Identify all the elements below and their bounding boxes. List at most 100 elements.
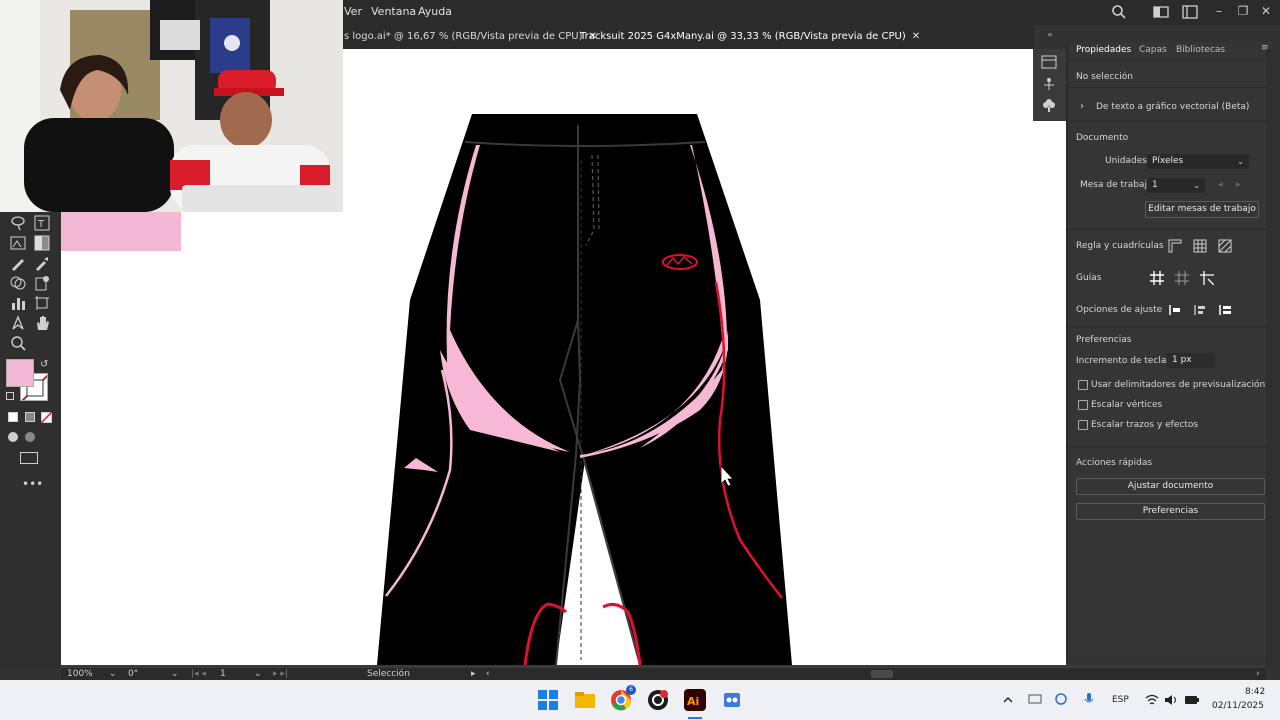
draw-normal-icon[interactable] <box>8 432 18 442</box>
search-icon[interactable] <box>1111 4 1127 20</box>
transparency-grid-icon[interactable] <box>1218 239 1232 253</box>
menu-item-ver[interactable]: Ver <box>344 5 362 18</box>
eyedropper-tool-icon[interactable] <box>33 254 51 272</box>
close-tab-icon[interactable]: ✕ <box>912 31 920 42</box>
scale-strokes-label: Escalar trazos y efectos <box>1091 420 1199 430</box>
chevron-down-icon[interactable]: ⌄ <box>254 668 262 680</box>
graph-tool-icon[interactable] <box>9 294 27 312</box>
units-dropdown[interactable]: Píxeles ⌄ <box>1147 154 1249 169</box>
chevron-down-icon[interactable]: ⌄ <box>171 668 179 680</box>
snap-to-pixel-icon[interactable] <box>1218 303 1232 317</box>
color-mode-icon[interactable] <box>8 412 18 422</box>
app-icon[interactable] <box>646 688 670 712</box>
wifi-icon[interactable] <box>1145 693 1159 707</box>
shape-builder-icon[interactable] <box>9 274 27 292</box>
sync-icon[interactable] <box>1054 692 1068 706</box>
image-trace-icon[interactable] <box>9 234 27 252</box>
scale-strokes-checkbox[interactable] <box>1078 420 1088 430</box>
preferences-button[interactable]: Preferencias <box>1076 503 1265 520</box>
quick-actions-heading: Acciones rápidas <box>1076 458 1153 468</box>
arrange-documents-icon[interactable] <box>1153 4 1169 20</box>
last-artboard-icon[interactable]: ▸ ▸| <box>273 668 288 680</box>
text-to-vector-section[interactable]: De texto a gráfico vectorial (Beta) <box>1096 102 1249 112</box>
zoom-tool-icon[interactable] <box>9 334 27 352</box>
artboard-dropdown[interactable]: 1 ⌄ <box>1147 178 1205 193</box>
battery-icon[interactable] <box>1184 694 1200 706</box>
snap-to-grid-icon[interactable] <box>1193 303 1207 317</box>
scroll-right-icon[interactable]: › <box>1256 668 1260 680</box>
tab-properties[interactable]: Propiedades <box>1076 45 1131 55</box>
menu-item-ventana[interactable]: Ventana <box>371 5 416 18</box>
snap-to-point-icon[interactable] <box>1168 303 1182 317</box>
hand-tool-icon[interactable] <box>33 314 51 332</box>
default-colors-icon[interactable] <box>6 392 14 400</box>
tab-libraries[interactable]: Bibliotecas <box>1176 45 1225 55</box>
chevron-down-icon: ⌄ <box>1193 181 1200 190</box>
menu-item-ayuda[interactable]: Ayuda <box>418 5 452 18</box>
pencil-tool-icon[interactable] <box>9 254 27 272</box>
panel-tabs: Propiedades Capas Bibliotecas ≡ <box>1068 42 1273 60</box>
lock-guides-icon[interactable] <box>1175 271 1189 285</box>
draw-behind-icon[interactable] <box>25 432 35 442</box>
previous-artboard-icon[interactable]: ◂ <box>1218 180 1223 190</box>
pen-tool-icon[interactable] <box>9 314 27 332</box>
artboard-number[interactable]: 1 <box>220 668 226 680</box>
vertical-scrollbar[interactable] <box>1266 49 1272 668</box>
puppet-warp-icon[interactable] <box>1041 77 1057 91</box>
lasso-tool-icon[interactable] <box>9 214 27 232</box>
panel-collapse-strip[interactable]: « <box>1034 30 1066 44</box>
more-tools-icon[interactable]: ••• <box>22 477 43 491</box>
tab-layers[interactable]: Capas <box>1139 45 1167 55</box>
grid-icon[interactable] <box>1193 239 1207 253</box>
svg-text:Ai: Ai <box>687 695 699 708</box>
snipping-tool-icon[interactable] <box>720 688 744 712</box>
language-indicator[interactable]: ESP <box>1112 695 1129 705</box>
symbol-sprayer-icon[interactable] <box>33 274 51 292</box>
smart-guides-icon[interactable] <box>1200 271 1214 285</box>
symbols-icon[interactable] <box>1041 99 1057 113</box>
file-explorer-icon[interactable] <box>573 688 597 712</box>
status-menu-arrow-icon[interactable]: ▸ <box>471 668 476 680</box>
gradient-tool-icon[interactable] <box>33 234 51 252</box>
illustrator-icon[interactable]: Ai <box>683 688 707 712</box>
chevron-right-icon[interactable]: › <box>1080 101 1084 112</box>
restore-icon[interactable]: ❐ <box>1234 2 1252 20</box>
next-artboard-icon[interactable]: ▸ <box>1236 180 1241 190</box>
tab-logo-document[interactable]: s logo.ai* @ 16,67 % (RGB/Vista previa d… <box>344 25 597 49</box>
clock-date[interactable]: 02/11/2025 <box>1212 701 1264 711</box>
close-window-icon[interactable]: ✕ <box>1257 2 1275 20</box>
divider <box>1068 326 1273 327</box>
preferences-heading: Preferencias <box>1076 335 1132 345</box>
volume-icon[interactable] <box>1164 693 1178 707</box>
minimize-icon[interactable]: – <box>1210 2 1228 20</box>
windows-start-icon[interactable] <box>536 688 560 712</box>
clock-time[interactable]: 8:42 <box>1245 687 1265 697</box>
pen-menu-icon[interactable] <box>1028 692 1042 706</box>
workspace-icon[interactable] <box>1182 4 1198 20</box>
scroll-left-icon[interactable]: ‹ <box>486 668 490 680</box>
swap-colors-icon[interactable]: ↺ <box>40 359 48 370</box>
divider <box>1068 87 1273 88</box>
chevron-up-icon[interactable] <box>1002 694 1014 706</box>
chevron-down-icon[interactable]: ⌄ <box>109 668 117 680</box>
zoom-level[interactable]: 100% <box>67 668 93 680</box>
rulers-icon[interactable] <box>1168 239 1182 253</box>
none-mode-icon[interactable] <box>41 412 52 423</box>
show-guides-icon[interactable] <box>1150 271 1164 285</box>
rotation-value[interactable]: 0° <box>128 668 138 680</box>
gradient-mode-icon[interactable] <box>25 412 35 422</box>
tab-tracksuit-document[interactable]: Tracksuit 2025 G4xMany.ai @ 33,33 % (RGB… <box>580 25 920 49</box>
first-artboard-icon[interactable]: |◂ ◂ <box>191 668 206 680</box>
scroll-thumb[interactable] <box>871 670 893 678</box>
edit-artboards-button[interactable]: Editar mesas de trabajo <box>1145 201 1259 218</box>
type-tool-icon[interactable]: T <box>33 214 51 232</box>
preview-bounds-checkbox[interactable] <box>1078 380 1088 390</box>
screen-mode-icon[interactable] <box>20 452 38 464</box>
properties-icon[interactable] <box>1041 55 1057 69</box>
keyboard-increment-input[interactable]: 1 px <box>1167 353 1215 368</box>
microphone-icon[interactable] <box>1082 692 1096 706</box>
scale-corners-checkbox[interactable] <box>1078 400 1088 410</box>
artboard-tool-icon[interactable] <box>33 294 51 312</box>
fit-document-button[interactable]: Ajustar documento <box>1076 478 1265 495</box>
fill-color-swatch-front[interactable] <box>6 359 34 387</box>
